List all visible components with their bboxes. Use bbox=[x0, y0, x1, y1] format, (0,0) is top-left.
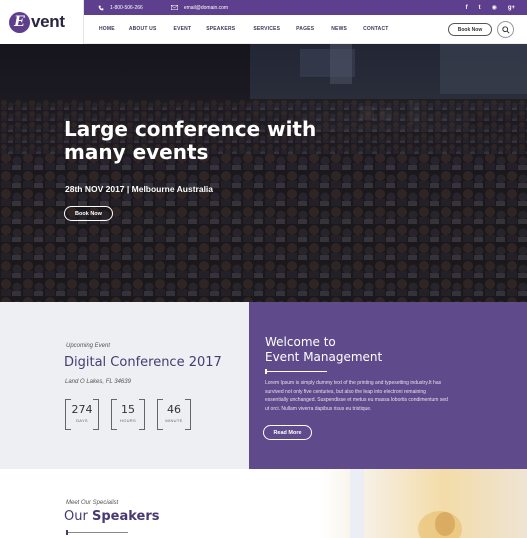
minutes-label: MINUTE bbox=[165, 418, 183, 423]
countdown-minutes: 46 MINUTE bbox=[157, 399, 191, 430]
nav-item-about[interactable]: ABOUT US bbox=[129, 26, 157, 32]
event-location: Land O Lakes, FL 34639 bbox=[65, 379, 131, 385]
facebook-icon[interactable]: f bbox=[466, 5, 468, 11]
hero-banner: Large conference with many events 28th N… bbox=[0, 44, 527, 302]
logo[interactable]: E vent bbox=[0, 0, 84, 44]
nav-item-pages[interactable]: PAGES bbox=[296, 26, 314, 32]
event-title: Digital Conference 2017 bbox=[64, 355, 222, 370]
welcome-title: Welcome to Event Management bbox=[265, 335, 465, 365]
upcoming-event-section: Upcoming Event Digital Conference 2017 L… bbox=[0, 302, 249, 469]
search-icon bbox=[501, 21, 510, 39]
social-links: f t ◉ g+ bbox=[466, 0, 515, 15]
speakers-title: Our Speakers bbox=[64, 509, 160, 524]
title-divider-accent bbox=[265, 369, 267, 374]
hero-date-location: 28th NOV 2017 | Melbourne Australia bbox=[65, 184, 214, 194]
minutes-value: 46 bbox=[167, 403, 181, 416]
hero-book-now-button[interactable]: Book Now bbox=[64, 206, 113, 221]
title-divider bbox=[265, 371, 327, 372]
speakers-title-prefix: Our bbox=[64, 509, 88, 524]
read-more-button[interactable]: Read More bbox=[263, 425, 312, 440]
days-label: DAYS bbox=[76, 418, 88, 423]
speakers-title-strong: Speakers bbox=[91, 509, 160, 524]
nav-item-speakers[interactable]: SPEAKERS bbox=[206, 26, 235, 32]
book-now-button[interactable]: Book Now bbox=[448, 23, 492, 36]
nav-item-event[interactable]: EVENT bbox=[174, 26, 192, 32]
hero-title: Large conference with many events bbox=[64, 117, 317, 164]
welcome-section: Welcome to Event Management Lorem Ipsum … bbox=[249, 302, 527, 469]
nav-menu: HOME ABOUT US EVENT SPEAKERS SERVICES PA… bbox=[99, 26, 389, 32]
welcome-description: Lorem Ipsum is simply dummy text of the … bbox=[265, 380, 448, 412]
speakers-section: Meet Our Specialist Our Speakers bbox=[0, 469, 527, 538]
nav-item-news[interactable]: NEWS bbox=[331, 26, 347, 32]
welcome-title-line2: Event Management bbox=[265, 350, 383, 364]
phone-number: 1-800-506-266 bbox=[110, 4, 143, 11]
nav-item-services[interactable]: SERVICES bbox=[253, 26, 280, 32]
hours-label: HOURS bbox=[120, 418, 136, 423]
speaker-photo bbox=[320, 469, 527, 538]
main-nav: HOME ABOUT US EVENT SPEAKERS SERVICES PA… bbox=[84, 15, 527, 44]
days-value: 274 bbox=[71, 403, 93, 416]
countdown-hours: 15 HOURS bbox=[111, 399, 145, 430]
twitter-icon[interactable]: t bbox=[479, 5, 481, 11]
top-bar: 1-800-506-266 email@domain.com f t ◉ g+ bbox=[84, 0, 527, 15]
envelope-icon bbox=[170, 5, 178, 10]
hours-value: 15 bbox=[121, 403, 135, 416]
logo-badge: E bbox=[9, 11, 30, 33]
phone-icon bbox=[98, 5, 104, 11]
email-address: email@domain.com bbox=[183, 4, 229, 11]
nav-item-contact[interactable]: CONTACT bbox=[363, 26, 388, 32]
countdown-days: 274 DAYS bbox=[65, 399, 99, 430]
speakers-divider bbox=[66, 532, 128, 533]
search-button[interactable] bbox=[497, 21, 514, 38]
email-contact[interactable]: email@domain.com bbox=[170, 4, 229, 11]
logo-text: vent bbox=[31, 12, 65, 31]
google-plus-icon[interactable]: g+ bbox=[508, 5, 515, 11]
nav-item-home[interactable]: HOME bbox=[99, 26, 115, 32]
welcome-title-line1: Welcome to bbox=[265, 335, 336, 349]
upcoming-event-label: Upcoming Event bbox=[66, 343, 111, 349]
speakers-eyebrow: Meet Our Specialist bbox=[66, 500, 119, 506]
phone-contact[interactable]: 1-800-506-266 bbox=[98, 5, 143, 11]
speakers-divider-accent bbox=[66, 530, 68, 535]
rss-icon[interactable]: ◉ bbox=[492, 4, 497, 11]
conference-hall-image bbox=[0, 44, 527, 302]
